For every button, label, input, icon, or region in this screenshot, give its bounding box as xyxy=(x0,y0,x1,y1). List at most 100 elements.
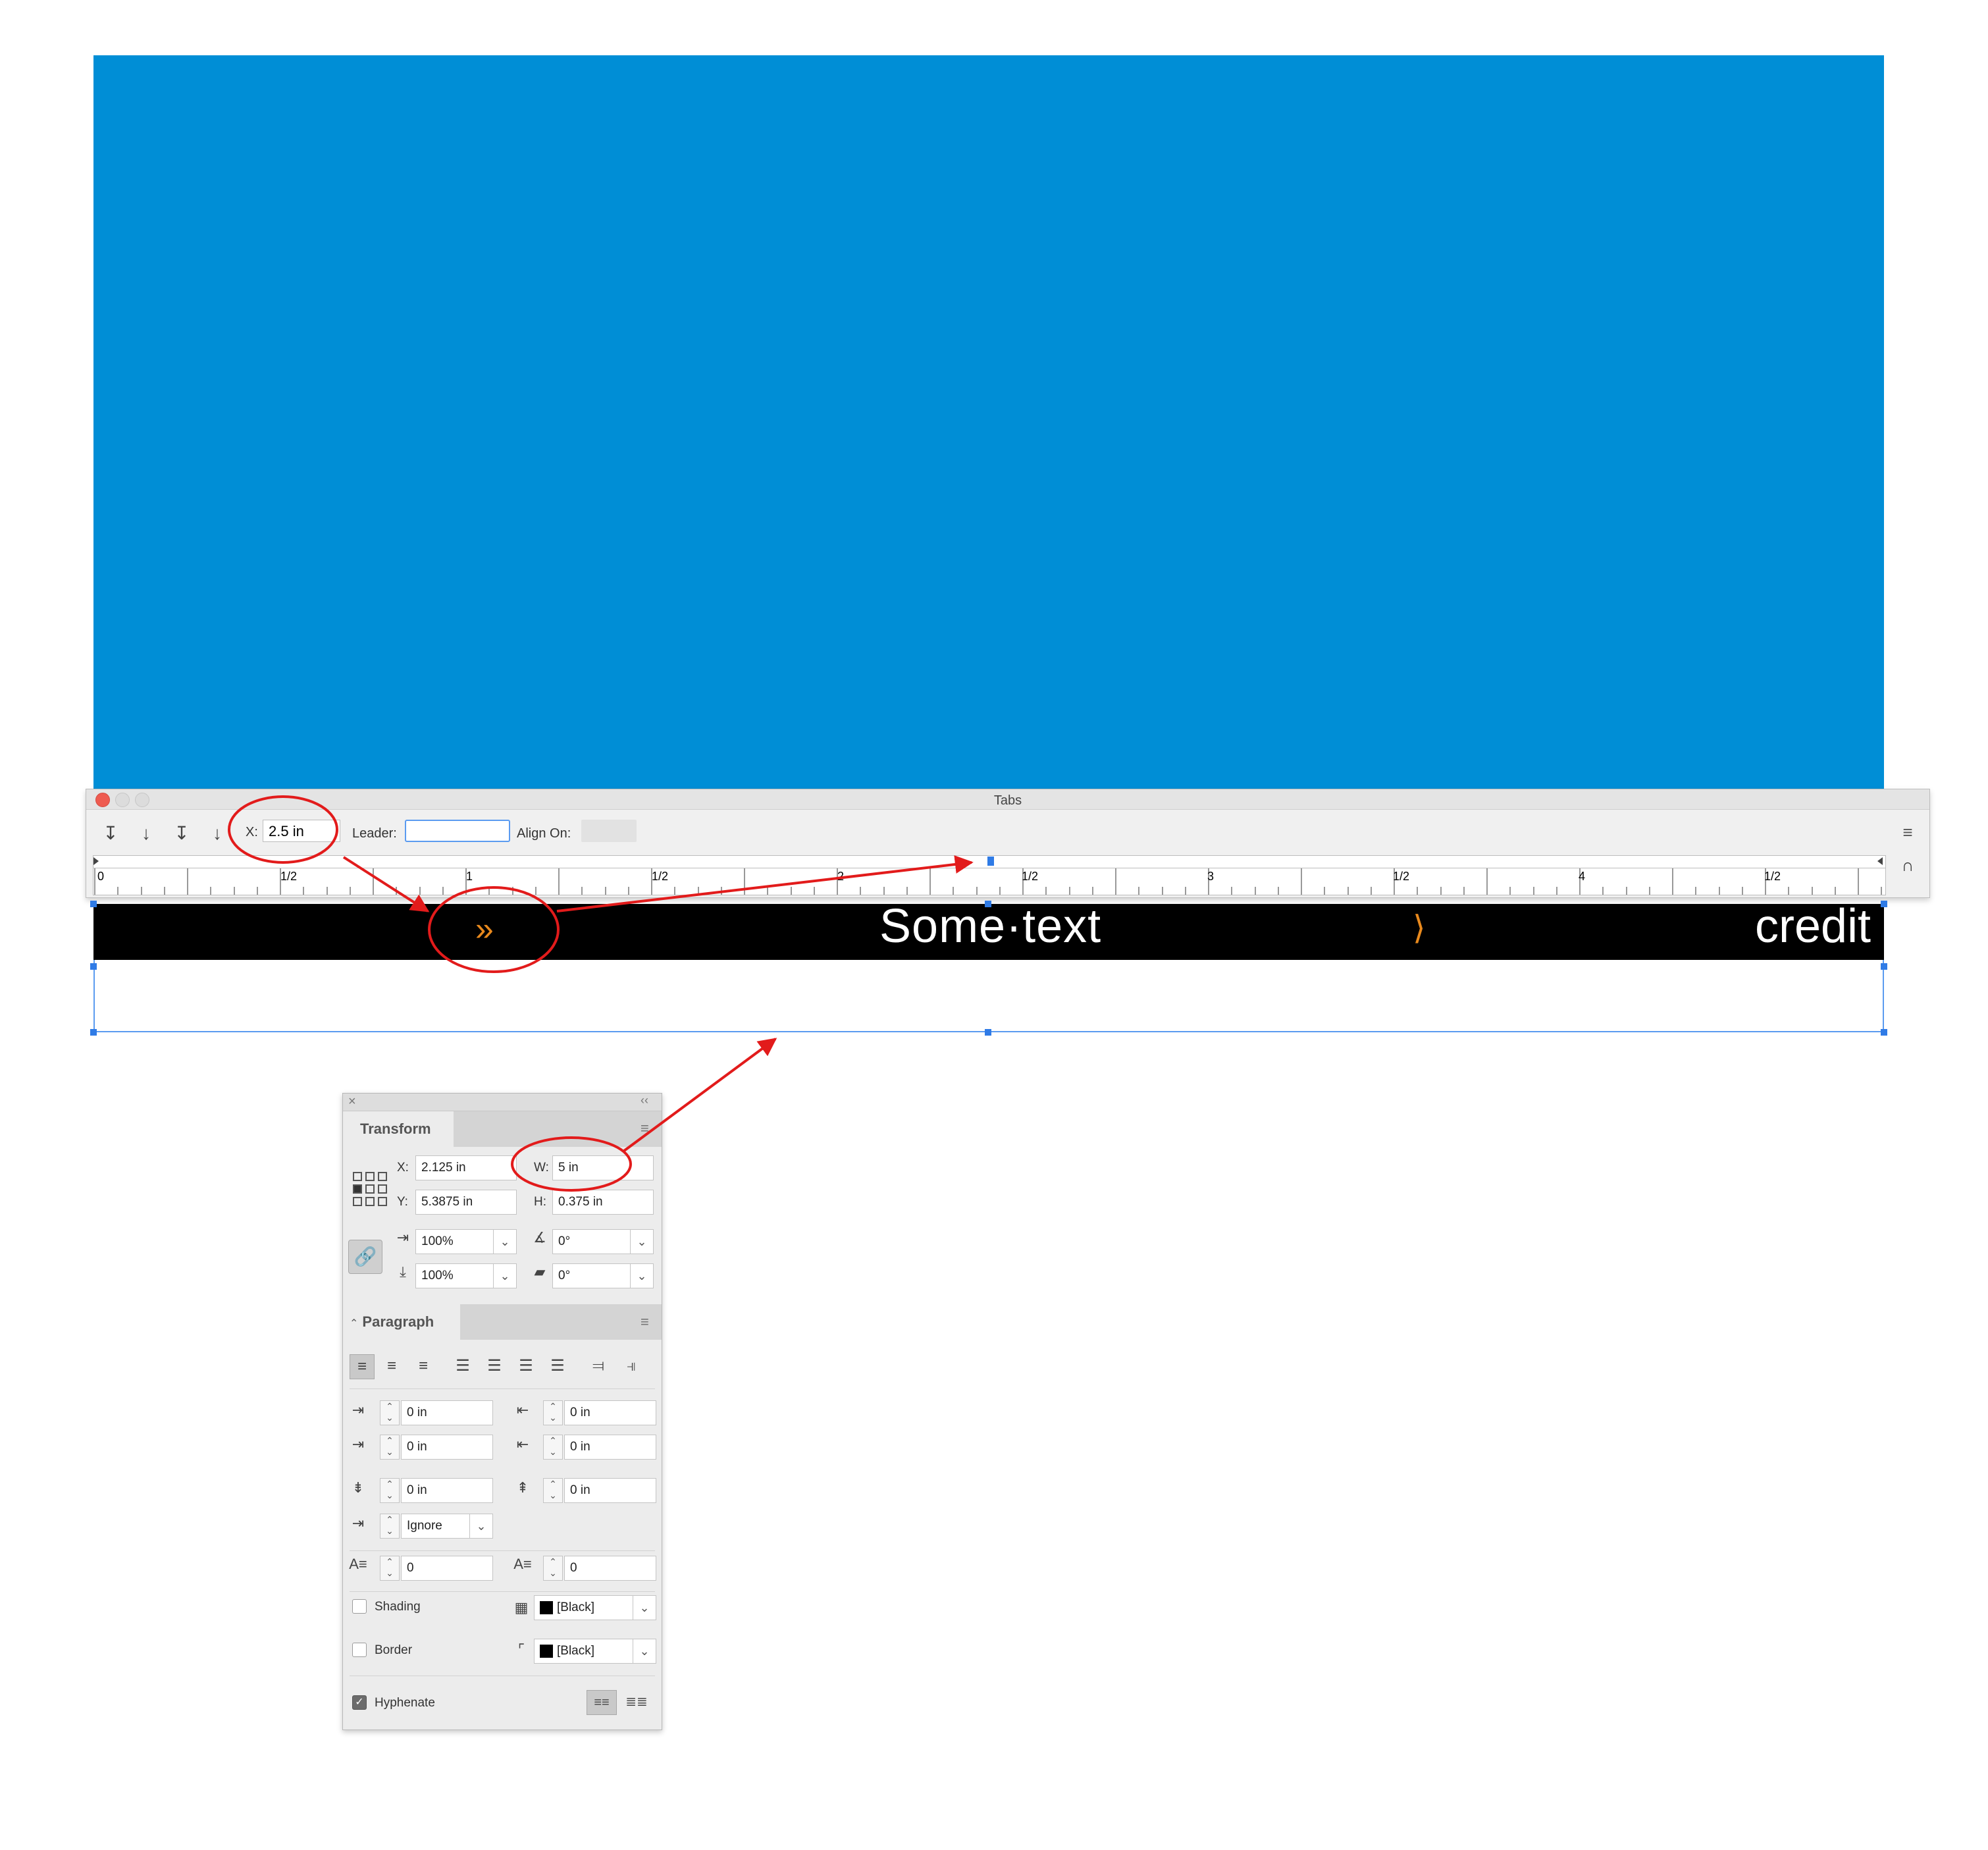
divider xyxy=(350,1591,655,1592)
transform-h-field[interactable]: 0.375 in xyxy=(552,1190,654,1215)
text-frame-selection-bounds[interactable] xyxy=(93,960,1884,1032)
border-swatch-dropdown[interactable]: [Black] ⌄ xyxy=(534,1639,656,1664)
panel-menu-icon[interactable]: ≡ xyxy=(641,1120,649,1137)
right-indent-stepper[interactable]: ⌃ ⌄ xyxy=(543,1400,563,1425)
rotation-angle-field[interactable]: 0° ⌄ xyxy=(552,1229,654,1254)
first-line-indent-field[interactable]: 0 in xyxy=(401,1435,493,1460)
scale-x-icon: ⇥ xyxy=(396,1229,409,1246)
shading-swatch-dropdown[interactable]: [Black] ⌄ xyxy=(534,1595,656,1620)
last-line-right-indent-stepper[interactable]: ⌃ ⌄ xyxy=(543,1435,563,1460)
drop-cap-lines-stepper[interactable]: ⌃ ⌄ xyxy=(380,1556,400,1581)
ruler-label: 4 xyxy=(1579,870,1586,883)
ruler-label: 1/2 xyxy=(280,870,298,883)
last-line-right-indent-field[interactable]: 0 in xyxy=(564,1435,656,1460)
center-justified-tab-button[interactable]: ↓ xyxy=(135,822,157,845)
align-to-grid-value: Ignore xyxy=(407,1519,442,1533)
panel-header-bar: × ‹‹ xyxy=(343,1094,662,1111)
collapse-panel-icon[interactable]: ‹‹ xyxy=(641,1094,648,1107)
align-on-input[interactable] xyxy=(581,820,637,842)
ruler-label: 1 xyxy=(466,870,473,883)
selection-handle[interactable] xyxy=(985,1029,991,1036)
tab-x-label: X: xyxy=(246,825,258,839)
transform-x-label: X: xyxy=(397,1161,409,1175)
selection-handle[interactable] xyxy=(90,963,97,970)
chevron-down-icon[interactable]: ⌄ xyxy=(633,1639,656,1663)
decimal-tab-button[interactable]: ↓ xyxy=(206,822,228,845)
selection-handle[interactable] xyxy=(1881,963,1887,970)
chevron-down-icon[interactable]: ⌄ xyxy=(630,1230,653,1254)
scale-y-icon: ⤓ xyxy=(400,1263,406,1280)
adobe-paragraph-composer-button[interactable]: ≡≡ xyxy=(587,1690,617,1715)
right-indent-marker-icon[interactable] xyxy=(1877,857,1883,865)
align-to-grid-stepper[interactable]: ⌃ ⌄ xyxy=(380,1514,400,1539)
blue-canvas-rectangle xyxy=(93,55,1884,789)
space-before-field[interactable]: 0 in xyxy=(401,1478,493,1503)
reference-point-icon[interactable] xyxy=(352,1171,389,1207)
selection-handle[interactable] xyxy=(1881,901,1887,907)
chevron-down-icon[interactable]: ⌄ xyxy=(493,1230,516,1254)
first-line-indent-marker-icon[interactable] xyxy=(93,857,99,865)
space-before-stepper[interactable]: ⌃ ⌄ xyxy=(380,1478,400,1503)
transform-x-field[interactable]: 2.125 in xyxy=(415,1155,517,1180)
panel-menu-icon[interactable]: ≡ xyxy=(641,1313,649,1331)
justify-left-icon: ☰ xyxy=(456,1357,470,1375)
tab-transform[interactable]: Transform xyxy=(343,1111,454,1147)
chevron-down-icon[interactable]: ⌄ xyxy=(633,1596,656,1620)
tab-ruler[interactable]: 0 1/2 1 1/2 2 1/2 3 1/2 4 1/2 xyxy=(93,868,1886,895)
first-line-indent-stepper[interactable]: ⌃ ⌄ xyxy=(380,1435,400,1460)
left-indent-stepper[interactable]: ⌃ ⌄ xyxy=(380,1400,400,1425)
scale-y-percentage-field[interactable]: 100% ⌄ xyxy=(415,1263,517,1288)
selection-handle[interactable] xyxy=(1881,1029,1887,1036)
black-swatch-icon xyxy=(540,1600,553,1614)
paragraph-composer-icon: ≡≡ xyxy=(594,1695,610,1710)
constrain-proportions-link-icon[interactable]: 🔗 xyxy=(348,1240,382,1274)
align-away-from-spine-icon: ⫣ xyxy=(626,1357,637,1375)
tab-x-position-input[interactable]: 2.5 in xyxy=(263,820,340,842)
space-after-stepper[interactable]: ⌃ ⌄ xyxy=(543,1478,563,1503)
right-justified-tab-button[interactable]: ↧ xyxy=(170,822,193,845)
position-panel-above-text-frame-magnet-icon[interactable]: ∩ xyxy=(1898,855,1918,875)
panel-menu-icon[interactable]: ≡ xyxy=(1898,822,1918,842)
justify-center-button[interactable]: ☰ xyxy=(483,1354,506,1378)
hyphenate-checkbox[interactable]: ✓ xyxy=(352,1695,367,1710)
align-away-from-spine-button[interactable]: ⫣ xyxy=(619,1354,643,1378)
space-after-field[interactable]: 0 in xyxy=(564,1478,656,1503)
close-icon[interactable]: × xyxy=(348,1094,356,1109)
chevron-down-icon[interactable]: ⌄ xyxy=(630,1264,653,1288)
leader-input[interactable] xyxy=(405,820,510,842)
selection-handle[interactable] xyxy=(90,1029,97,1036)
justify-right-button[interactable]: ☰ xyxy=(514,1354,538,1378)
justify-left-button[interactable]: ☰ xyxy=(451,1354,475,1378)
border-checkbox[interactable] xyxy=(352,1643,367,1657)
shear-angle-field[interactable]: 0° ⌄ xyxy=(552,1263,654,1288)
right-indent-field[interactable]: 0 in xyxy=(564,1400,656,1425)
selected-tab-stop-marker-icon[interactable] xyxy=(987,857,994,866)
drop-cap-characters-field[interactable]: 0 xyxy=(564,1556,656,1581)
align-center-button[interactable]: ≡ xyxy=(380,1354,404,1378)
ruler-label: 1/2 xyxy=(652,870,669,883)
tab-paragraph[interactable]: ⌃ Paragraph xyxy=(343,1304,460,1340)
align-towards-spine-button[interactable]: ⫤ xyxy=(587,1354,610,1378)
tab-stop-strip[interactable] xyxy=(93,855,1886,868)
tabs-window-title: Tabs xyxy=(993,793,1022,808)
right-indent-tab-marker-icon: ⟩ xyxy=(1413,909,1426,946)
left-indent-field[interactable]: 0 in xyxy=(401,1400,493,1425)
shading-color-grid-icon: ▦ xyxy=(514,1599,529,1616)
align-right-button[interactable]: ≡ xyxy=(411,1354,435,1378)
rotation-angle-icon: ∡ xyxy=(533,1229,546,1246)
scale-x-percentage-field[interactable]: 100% ⌄ xyxy=(415,1229,517,1254)
selection-handle[interactable] xyxy=(90,901,97,907)
transform-w-field[interactable]: 5 in xyxy=(552,1155,654,1180)
adobe-single-line-composer-button[interactable]: ≣≣ xyxy=(622,1690,651,1714)
transform-y-field[interactable]: 5.3875 in xyxy=(415,1190,517,1215)
left-justified-tab-button[interactable]: ↧ xyxy=(99,822,122,845)
drop-cap-characters-stepper[interactable]: ⌃ ⌄ xyxy=(543,1556,563,1581)
drop-cap-lines-field[interactable]: 0 xyxy=(401,1556,493,1581)
text-frame-main-text: Some·text xyxy=(879,900,1102,953)
chevron-down-icon[interactable]: ⌄ xyxy=(469,1514,492,1538)
justify-all-button[interactable]: ☰ xyxy=(546,1354,569,1378)
align-left-button[interactable]: ≡ xyxy=(350,1354,375,1379)
chevron-down-icon[interactable]: ⌄ xyxy=(493,1264,516,1288)
align-to-grid-dropdown[interactable]: Ignore ⌄ xyxy=(401,1514,493,1539)
shading-checkbox[interactable] xyxy=(352,1599,367,1614)
